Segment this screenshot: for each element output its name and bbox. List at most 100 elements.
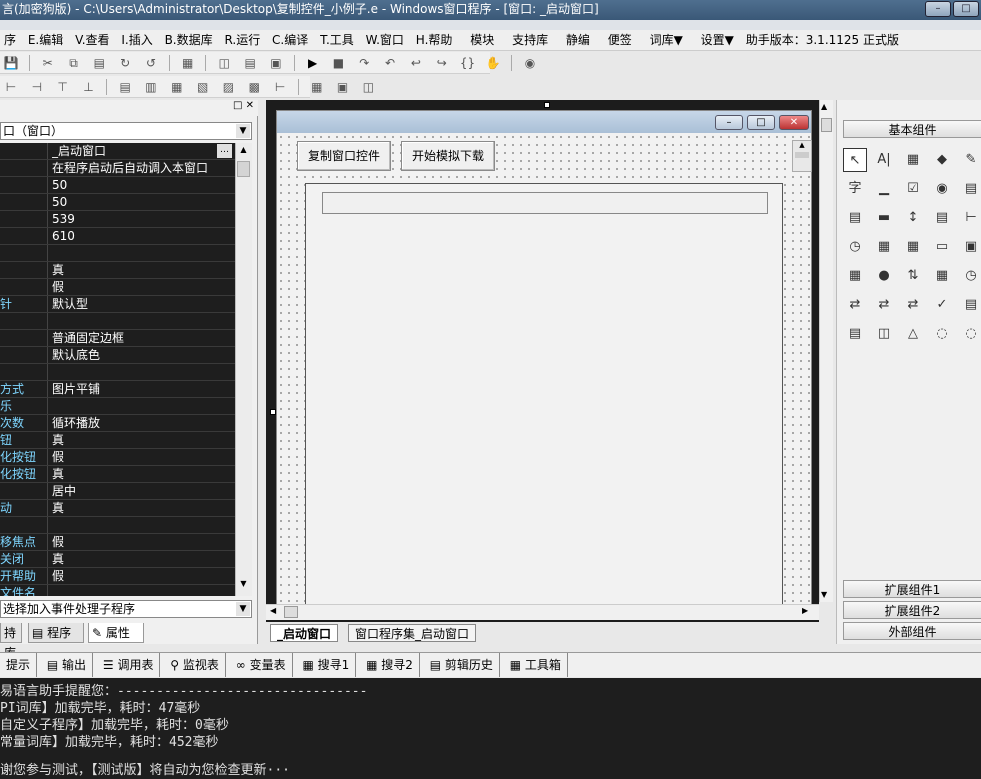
tab-control-icon[interactable]: ⇅	[901, 264, 925, 288]
copy-controls-button[interactable]: 复制窗口控件	[297, 141, 391, 171]
v-space-icon[interactable]: ▨	[219, 78, 237, 96]
property-value[interactable]: 假	[52, 534, 232, 550]
property-value[interactable]: 真	[52, 432, 232, 448]
menu-help[interactable]: H.帮助	[412, 30, 457, 51]
center-v-icon[interactable]: ⊢	[271, 78, 289, 96]
chart-icon[interactable]: △	[901, 322, 925, 346]
grid-icon[interactable]: ▦	[308, 78, 326, 96]
menu-tools[interactable]: T.工具	[316, 30, 358, 51]
menu-database[interactable]: B.数据库	[161, 30, 217, 51]
maximize-button[interactable]: □	[953, 1, 979, 17]
cut-icon[interactable]: ✂	[39, 54, 57, 72]
clock-icon[interactable]: ◷	[959, 264, 981, 288]
odbc2-icon[interactable]: ◌	[959, 322, 981, 346]
tab-call-table[interactable]: ☰ 调用表	[97, 653, 161, 677]
property-row[interactable]: 化按钮真	[0, 466, 235, 483]
tab-output[interactable]: ▤ 输出	[41, 653, 94, 677]
property-value[interactable]: 普通固定边框	[52, 330, 232, 346]
dir-icon[interactable]: ▣	[959, 235, 981, 259]
step-into-icon[interactable]: ↶	[381, 54, 399, 72]
designer-horizontal-scrollbar[interactable]: ◀ ▶	[266, 604, 819, 620]
editbox-icon[interactable]: ▁	[872, 177, 896, 201]
menu-edit[interactable]: E.编辑	[24, 30, 67, 51]
same-size-icon[interactable]: ▦	[168, 78, 186, 96]
scroll-down-icon[interactable]: ▼	[821, 590, 827, 599]
property-row[interactable]	[0, 517, 235, 534]
run-icon[interactable]: ▶	[304, 54, 322, 72]
menu-view[interactable]: V.查看	[71, 30, 113, 51]
menu-notes[interactable]: 便签	[604, 30, 636, 51]
property-row[interactable]: 610	[0, 228, 235, 245]
property-value[interactable]: 居中	[52, 483, 232, 499]
property-value[interactable]: _启动窗口	[52, 143, 232, 159]
paste-icon[interactable]: ▤	[90, 54, 108, 72]
property-row[interactable]: 开帮助假	[0, 568, 235, 585]
calendar-icon[interactable]: ▦	[843, 264, 867, 288]
property-row[interactable]: 钮真	[0, 432, 235, 449]
property-value[interactable]: 50	[52, 177, 232, 193]
tab-variables[interactable]: ∞ 变量表	[230, 653, 293, 677]
property-row[interactable]: _启动窗口…	[0, 143, 235, 160]
resize-handle[interactable]	[544, 102, 550, 108]
property-row[interactable]	[0, 313, 235, 330]
undo-icon[interactable]: ↺	[142, 54, 160, 72]
external-components[interactable]: 外部组件	[843, 622, 981, 640]
property-row[interactable]: 居中	[0, 483, 235, 500]
property-value[interactable]: 循环播放	[52, 415, 232, 431]
timer-icon[interactable]: ◷	[843, 235, 867, 259]
property-row[interactable]: 539	[0, 211, 235, 228]
scroll-thumb[interactable]	[821, 118, 832, 132]
property-value[interactable]: 真	[52, 500, 232, 516]
extended-components-2[interactable]: 扩展组件2	[843, 601, 981, 619]
property-row[interactable]: 50	[0, 194, 235, 211]
property-row[interactable]: 默认底色	[0, 347, 235, 364]
chevron-down-icon[interactable]: ▼	[236, 124, 250, 138]
server-icon[interactable]: ⇄	[872, 293, 896, 317]
property-value[interactable]	[52, 245, 232, 261]
design-maximize-icon[interactable]: □	[747, 115, 775, 130]
tab-hints[interactable]: 提示	[0, 653, 38, 677]
tab-clip-history[interactable]: ▤ 剪辑历史	[424, 653, 500, 677]
property-value[interactable]	[52, 364, 232, 380]
ruler-icon[interactable]: ▤	[930, 206, 954, 230]
port-icon[interactable]: ✓	[930, 293, 954, 317]
vscrollbar-icon[interactable]: ↕	[901, 206, 925, 230]
align-bottom-icon[interactable]: ⊥	[79, 78, 97, 96]
property-value[interactable]	[52, 585, 232, 596]
binoculars-icon[interactable]: ◉	[521, 54, 539, 72]
property-value[interactable]	[52, 398, 232, 414]
design-minimize-icon[interactable]: –	[715, 115, 743, 130]
property-value[interactable]: 在程序启动后自动调入本窗口	[52, 160, 232, 176]
checkbox-icon[interactable]: ☑	[901, 177, 925, 201]
design-close-icon[interactable]: ✕	[779, 115, 809, 130]
braces-icon[interactable]: {}	[459, 54, 477, 72]
property-value[interactable]: 默认底色	[52, 347, 232, 363]
property-row[interactable]: 50	[0, 177, 235, 194]
shape-icon[interactable]: ◆	[930, 148, 954, 172]
property-scrollbar[interactable]: ▲ ▼	[235, 143, 252, 596]
text-icon[interactable]: 字	[843, 177, 867, 201]
minimize-button[interactable]: –	[925, 1, 951, 17]
property-row[interactable]	[0, 245, 235, 262]
property-value[interactable]: 假	[52, 449, 232, 465]
label-icon[interactable]: A|	[872, 148, 896, 172]
property-row[interactable]: 动真	[0, 500, 235, 517]
property-value[interactable]	[52, 517, 232, 533]
property-value[interactable]: 图片平铺	[52, 381, 232, 397]
property-value[interactable]: 默认型	[52, 296, 232, 312]
tab-search2[interactable]: ▦ 搜寻2	[360, 653, 420, 677]
radio-icon[interactable]: ◉	[930, 177, 954, 201]
copy-icon[interactable]: ⧉	[64, 54, 82, 72]
start-download-button[interactable]: 开始模拟下载	[401, 141, 495, 171]
property-row[interactable]: 在程序启动后自动调入本窗口	[0, 160, 235, 177]
property-row[interactable]	[0, 364, 235, 381]
menu-static[interactable]: 静编	[562, 30, 594, 51]
tab-toolbox[interactable]: ▦ 工具箱	[504, 653, 568, 677]
lock-icon[interactable]: ◫	[359, 78, 377, 96]
menu-support-lib[interactable]: 支持库	[508, 30, 552, 51]
groupbox-icon[interactable]: ▤	[959, 177, 981, 201]
tab-program[interactable]: ▤ 程序	[28, 623, 84, 643]
menu-run[interactable]: R.运行	[220, 30, 264, 51]
scroll-right-icon[interactable]: ▶	[802, 606, 808, 615]
designer-vertical-scrollbar[interactable]: ▲ ▼	[819, 100, 833, 602]
